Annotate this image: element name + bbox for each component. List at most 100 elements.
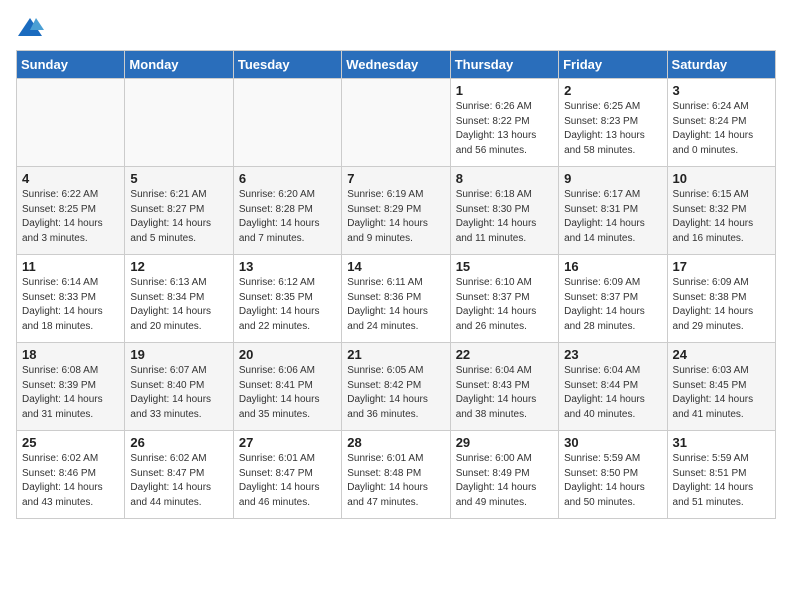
calendar-cell: 26 Sunrise: 6:02 AM Sunset: 8:47 PM Dayli… bbox=[125, 431, 233, 519]
day-info: Sunrise: 6:04 AM Sunset: 8:43 PM Dayligh… bbox=[456, 364, 553, 422]
calendar-cell: 25 Sunrise: 6:02 AM Sunset: 8:46 PM Dayli… bbox=[17, 431, 125, 519]
day-info: Sunrise: 6:26 AM Sunset: 8:22 PM Dayligh… bbox=[456, 100, 553, 158]
day-info: Sunrise: 5:59 AM Sunset: 8:51 PM Dayligh… bbox=[673, 452, 770, 510]
day-number: 23 bbox=[564, 347, 661, 362]
calendar-cell: 15 Sunrise: 6:10 AM Sunset: 8:37 PM Dayli… bbox=[450, 255, 558, 343]
weekday-header: Monday bbox=[125, 51, 233, 79]
day-number: 9 bbox=[564, 171, 661, 186]
day-info: Sunrise: 6:18 AM Sunset: 8:30 PM Dayligh… bbox=[456, 188, 553, 246]
calendar-cell: 9 Sunrise: 6:17 AM Sunset: 8:31 PM Daylig… bbox=[559, 167, 667, 255]
calendar-cell: 14 Sunrise: 6:11 AM Sunset: 8:36 PM Dayli… bbox=[342, 255, 450, 343]
day-number: 1 bbox=[456, 83, 553, 98]
calendar-cell: 10 Sunrise: 6:15 AM Sunset: 8:32 PM Dayli… bbox=[667, 167, 775, 255]
calendar-cell: 29Sunrise: 6:00 AM Sunset: 8:49 PM Dayli… bbox=[450, 431, 558, 519]
calendar-cell: 31 Sunrise: 5:59 AM Sunset: 8:51 PM Dayli… bbox=[667, 431, 775, 519]
day-info: Sunrise: 6:01 AM Sunset: 8:48 PM Dayligh… bbox=[347, 452, 444, 510]
day-info: Sunrise: 6:02 AM Sunset: 8:46 PM Dayligh… bbox=[22, 452, 119, 510]
day-number: 16 bbox=[564, 259, 661, 274]
day-info: Sunrise: 6:17 AM Sunset: 8:31 PM Dayligh… bbox=[564, 188, 661, 246]
calendar-cell: 23 Sunrise: 6:04 AM Sunset: 8:44 PM Dayli… bbox=[559, 343, 667, 431]
day-info: Sunrise: 6:03 AM Sunset: 8:45 PM Dayligh… bbox=[673, 364, 770, 422]
day-info: Sunrise: 6:12 AM Sunset: 8:35 PM Dayligh… bbox=[239, 276, 336, 334]
day-info: Sunrise: 6:06 AM Sunset: 8:41 PM Dayligh… bbox=[239, 364, 336, 422]
day-number: 5 bbox=[130, 171, 227, 186]
calendar-table: SundayMondayTuesdayWednesdayThursdayFrid… bbox=[16, 50, 776, 519]
calendar-cell: 5 Sunrise: 6:21 AM Sunset: 8:27 PM Daylig… bbox=[125, 167, 233, 255]
day-info: Sunrise: 6:25 AM Sunset: 8:23 PM Dayligh… bbox=[564, 100, 661, 158]
day-number: 25 bbox=[22, 435, 119, 450]
calendar-cell bbox=[125, 79, 233, 167]
day-info: Sunrise: 6:22 AM Sunset: 8:25 PM Dayligh… bbox=[22, 188, 119, 246]
day-info: Sunrise: 6:08 AM Sunset: 8:39 PM Dayligh… bbox=[22, 364, 119, 422]
day-info: Sunrise: 6:20 AM Sunset: 8:28 PM Dayligh… bbox=[239, 188, 336, 246]
calendar-cell: 12 Sunrise: 6:13 AM Sunset: 8:34 PM Dayli… bbox=[125, 255, 233, 343]
calendar-cell: 3 Sunrise: 6:24 AM Sunset: 8:24 PM Daylig… bbox=[667, 79, 775, 167]
day-number: 12 bbox=[130, 259, 227, 274]
calendar-cell: 13 Sunrise: 6:12 AM Sunset: 8:35 PM Dayli… bbox=[233, 255, 341, 343]
calendar-cell: 17 Sunrise: 6:09 AM Sunset: 8:38 PM Dayli… bbox=[667, 255, 775, 343]
day-number: 29 bbox=[456, 435, 553, 450]
day-info: Sunrise: 6:14 AM Sunset: 8:33 PM Dayligh… bbox=[22, 276, 119, 334]
calendar-cell: 24 Sunrise: 6:03 AM Sunset: 8:45 PM Dayli… bbox=[667, 343, 775, 431]
day-info: Sunrise: 6:10 AM Sunset: 8:37 PM Dayligh… bbox=[456, 276, 553, 334]
weekday-header: Sunday bbox=[17, 51, 125, 79]
day-number: 31 bbox=[673, 435, 770, 450]
day-info: Sunrise: 6:07 AM Sunset: 8:40 PM Dayligh… bbox=[130, 364, 227, 422]
day-number: 3 bbox=[673, 83, 770, 98]
day-number: 21 bbox=[347, 347, 444, 362]
day-info: Sunrise: 6:13 AM Sunset: 8:34 PM Dayligh… bbox=[130, 276, 227, 334]
day-number: 13 bbox=[239, 259, 336, 274]
day-number: 24 bbox=[673, 347, 770, 362]
day-info: Sunrise: 6:04 AM Sunset: 8:44 PM Dayligh… bbox=[564, 364, 661, 422]
calendar-cell: 19 Sunrise: 6:07 AM Sunset: 8:40 PM Dayli… bbox=[125, 343, 233, 431]
calendar-cell bbox=[233, 79, 341, 167]
logo-icon bbox=[16, 16, 44, 38]
calendar-cell: 30 Sunrise: 5:59 AM Sunset: 8:50 PM Dayli… bbox=[559, 431, 667, 519]
day-info: Sunrise: 6:15 AM Sunset: 8:32 PM Dayligh… bbox=[673, 188, 770, 246]
calendar-cell: 11Sunrise: 6:14 AM Sunset: 8:33 PM Dayli… bbox=[17, 255, 125, 343]
day-info: Sunrise: 6:21 AM Sunset: 8:27 PM Dayligh… bbox=[130, 188, 227, 246]
page-header bbox=[16, 16, 776, 38]
day-info: Sunrise: 6:24 AM Sunset: 8:24 PM Dayligh… bbox=[673, 100, 770, 158]
calendar-cell: 18Sunrise: 6:08 AM Sunset: 8:39 PM Dayli… bbox=[17, 343, 125, 431]
day-number: 27 bbox=[239, 435, 336, 450]
day-info: Sunrise: 6:19 AM Sunset: 8:29 PM Dayligh… bbox=[347, 188, 444, 246]
day-number: 2 bbox=[564, 83, 661, 98]
calendar-cell: 28 Sunrise: 6:01 AM Sunset: 8:48 PM Dayli… bbox=[342, 431, 450, 519]
day-number: 20 bbox=[239, 347, 336, 362]
calendar-cell bbox=[342, 79, 450, 167]
weekday-header: Tuesday bbox=[233, 51, 341, 79]
day-number: 8 bbox=[456, 171, 553, 186]
day-number: 14 bbox=[347, 259, 444, 274]
weekday-header: Friday bbox=[559, 51, 667, 79]
day-info: Sunrise: 6:09 AM Sunset: 8:37 PM Dayligh… bbox=[564, 276, 661, 334]
day-info: Sunrise: 6:01 AM Sunset: 8:47 PM Dayligh… bbox=[239, 452, 336, 510]
day-number: 28 bbox=[347, 435, 444, 450]
day-number: 30 bbox=[564, 435, 661, 450]
day-number: 6 bbox=[239, 171, 336, 186]
calendar-cell: 27 Sunrise: 6:01 AM Sunset: 8:47 PM Dayli… bbox=[233, 431, 341, 519]
day-number: 19 bbox=[130, 347, 227, 362]
day-info: Sunrise: 6:09 AM Sunset: 8:38 PM Dayligh… bbox=[673, 276, 770, 334]
day-number: 22 bbox=[456, 347, 553, 362]
calendar-cell: 21 Sunrise: 6:05 AM Sunset: 8:42 PM Dayli… bbox=[342, 343, 450, 431]
day-number: 4 bbox=[22, 171, 119, 186]
day-number: 26 bbox=[130, 435, 227, 450]
day-number: 7 bbox=[347, 171, 444, 186]
day-info: Sunrise: 6:11 AM Sunset: 8:36 PM Dayligh… bbox=[347, 276, 444, 334]
day-number: 17 bbox=[673, 259, 770, 274]
day-info: Sunrise: 5:59 AM Sunset: 8:50 PM Dayligh… bbox=[564, 452, 661, 510]
calendar-cell: 8 Sunrise: 6:18 AM Sunset: 8:30 PM Daylig… bbox=[450, 167, 558, 255]
weekday-header: Saturday bbox=[667, 51, 775, 79]
calendar-cell bbox=[17, 79, 125, 167]
calendar-cell: 2 Sunrise: 6:25 AM Sunset: 8:23 PM Daylig… bbox=[559, 79, 667, 167]
calendar-cell: 4 Sunrise: 6:22 AM Sunset: 8:25 PM Daylig… bbox=[17, 167, 125, 255]
weekday-header: Thursday bbox=[450, 51, 558, 79]
day-number: 15 bbox=[456, 259, 553, 274]
calendar-cell: 22 Sunrise: 6:04 AM Sunset: 8:43 PM Dayli… bbox=[450, 343, 558, 431]
calendar-cell: 7 Sunrise: 6:19 AM Sunset: 8:29 PM Daylig… bbox=[342, 167, 450, 255]
day-info: Sunrise: 6:02 AM Sunset: 8:47 PM Dayligh… bbox=[130, 452, 227, 510]
weekday-header: Wednesday bbox=[342, 51, 450, 79]
day-number: 10 bbox=[673, 171, 770, 186]
day-info: Sunrise: 6:05 AM Sunset: 8:42 PM Dayligh… bbox=[347, 364, 444, 422]
